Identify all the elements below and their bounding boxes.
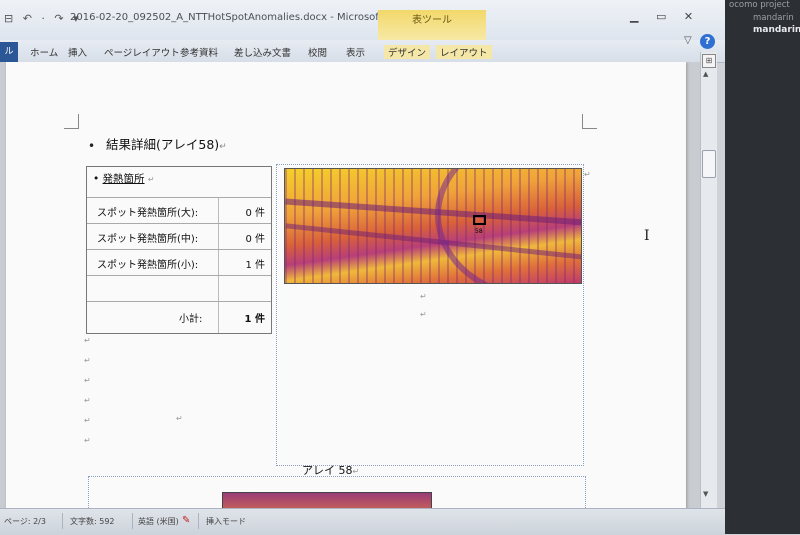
thermal-image[interactable] xyxy=(222,492,432,508)
vertical-scrollbar[interactable] xyxy=(700,52,717,508)
row-value: 0 件 xyxy=(245,208,265,219)
hotspot-marker xyxy=(473,215,486,225)
document-area[interactable]: • 結果詳細(アレイ58)↵ • 発熱箇所 ↵ スポット発熱箇所(大): 0 件… xyxy=(0,62,700,508)
background-window: ocomo project mandarin mandarin xyxy=(725,0,800,534)
section-heading[interactable]: 結果詳細(アレイ58)↵ xyxy=(106,134,227,153)
paragraph-mark: ↵ xyxy=(84,396,91,405)
background-user-name: mandarin xyxy=(753,25,800,35)
title-bar: ⊟ ↶ · ↷ ▾ 2016-02-20_092502_A_NTTHotSpot… xyxy=(0,0,725,41)
row-value: 0 件 xyxy=(245,234,265,245)
help-icon[interactable]: ? xyxy=(700,34,715,49)
row-label: スポット発熱箇所(中): xyxy=(97,234,199,245)
status-separator xyxy=(132,513,133,529)
ribbon-tab-bar: ル ホーム 挿入 ページレイアウト 参考資料 差し込み文書 校閲 表示 デザイン… xyxy=(0,40,725,63)
paragraph-mark: ↵ xyxy=(176,414,183,423)
hotspot-table[interactable]: • 発熱箇所 ↵ スポット発熱箇所(大): 0 件 スポット発熱箇所(中): 0… xyxy=(86,166,272,334)
tab-insert[interactable]: 挿入 xyxy=(68,45,87,59)
paragraph-mark: ↵ xyxy=(84,356,91,365)
margin-corner-mark xyxy=(64,114,79,129)
ruler-toggle-icon[interactable]: ⊞ xyxy=(702,54,716,68)
scroll-up-icon[interactable]: ▲ xyxy=(703,70,708,78)
hotspot-marker-label: 58 xyxy=(475,228,483,235)
heading-bullet: • xyxy=(88,139,96,153)
tab-page-layout[interactable]: ページレイアウト xyxy=(104,45,180,59)
subtotal-label: 小計: xyxy=(179,314,203,325)
paragraph-mark: ↵ xyxy=(84,436,91,445)
ribbon-minimize-icon[interactable]: ▽ xyxy=(684,35,692,46)
subtotal-value: 1 件 xyxy=(244,314,265,325)
status-bar: ページ: 2/3 文字数: 592 英語 (米国) ✎ 挿入モード xyxy=(0,508,725,535)
table-tools-context-header: 表ツール xyxy=(378,10,486,40)
status-insert-mode[interactable]: 挿入モード xyxy=(206,516,246,527)
tab-mailings[interactable]: 差し込み文書 xyxy=(234,45,291,59)
ibeam-cursor-icon: I xyxy=(644,228,650,244)
cable-arc xyxy=(435,169,581,283)
scrollbar-thumb[interactable] xyxy=(702,150,716,178)
background-user-label: mandarin xyxy=(753,13,794,23)
row-label: スポット発熱箇所(小): xyxy=(97,260,199,271)
document-page[interactable]: • 結果詳細(アレイ58)↵ • 発熱箇所 ↵ スポット発熱箇所(大): 0 件… xyxy=(6,62,686,508)
status-separator xyxy=(198,513,199,529)
paragraph-mark: ↵ xyxy=(584,170,591,179)
status-word-count[interactable]: 文字数: 592 xyxy=(70,516,115,527)
row-value: 1 件 xyxy=(245,260,265,271)
tab-home[interactable]: ホーム xyxy=(30,45,58,59)
scroll-down-icon[interactable]: ▼ xyxy=(703,490,708,498)
row-label: スポット発熱箇所(大): xyxy=(97,208,199,219)
tab-file[interactable]: ル xyxy=(0,42,18,62)
tab-table-design[interactable]: デザイン xyxy=(384,45,431,59)
paragraph-mark: ↵ xyxy=(84,376,91,385)
status-page[interactable]: ページ: 2/3 xyxy=(4,516,46,527)
status-separator xyxy=(62,513,63,529)
margin-corner-mark xyxy=(582,114,597,129)
window-title: 2016-02-20_092502_A_NTTHotSpotAnomalies.… xyxy=(70,12,412,23)
table-row-subtotal[interactable]: 小計: 1 件 xyxy=(87,301,271,334)
window-controls[interactable]: ▁ ▭ ✕ xyxy=(630,10,693,23)
paragraph-mark: ↵ xyxy=(84,336,91,345)
table-title: • 発熱箇所 ↵ xyxy=(93,173,155,185)
tab-review[interactable]: 校閲 xyxy=(308,45,327,59)
table-row[interactable]: スポット発熱箇所(大): 0 件 xyxy=(87,197,271,224)
paragraph-mark: ↵ xyxy=(84,416,91,425)
table-row[interactable]: スポット発熱箇所(小): 1 件 xyxy=(87,249,271,276)
thermal-image[interactable]: 58 xyxy=(284,168,582,284)
tab-references[interactable]: 参考資料 xyxy=(180,45,218,59)
status-language[interactable]: 英語 (米国) xyxy=(138,516,179,527)
tab-table-layout[interactable]: レイアウト xyxy=(436,45,492,59)
table-row[interactable]: スポット発熱箇所(中): 0 件 xyxy=(87,223,271,250)
table-row[interactable] xyxy=(87,275,271,302)
proofing-icon[interactable]: ✎ xyxy=(182,515,194,527)
tab-view[interactable]: 表示 xyxy=(346,45,365,59)
background-project-label: ocomo project xyxy=(729,0,790,10)
table-tools-label: 表ツール xyxy=(412,15,452,26)
